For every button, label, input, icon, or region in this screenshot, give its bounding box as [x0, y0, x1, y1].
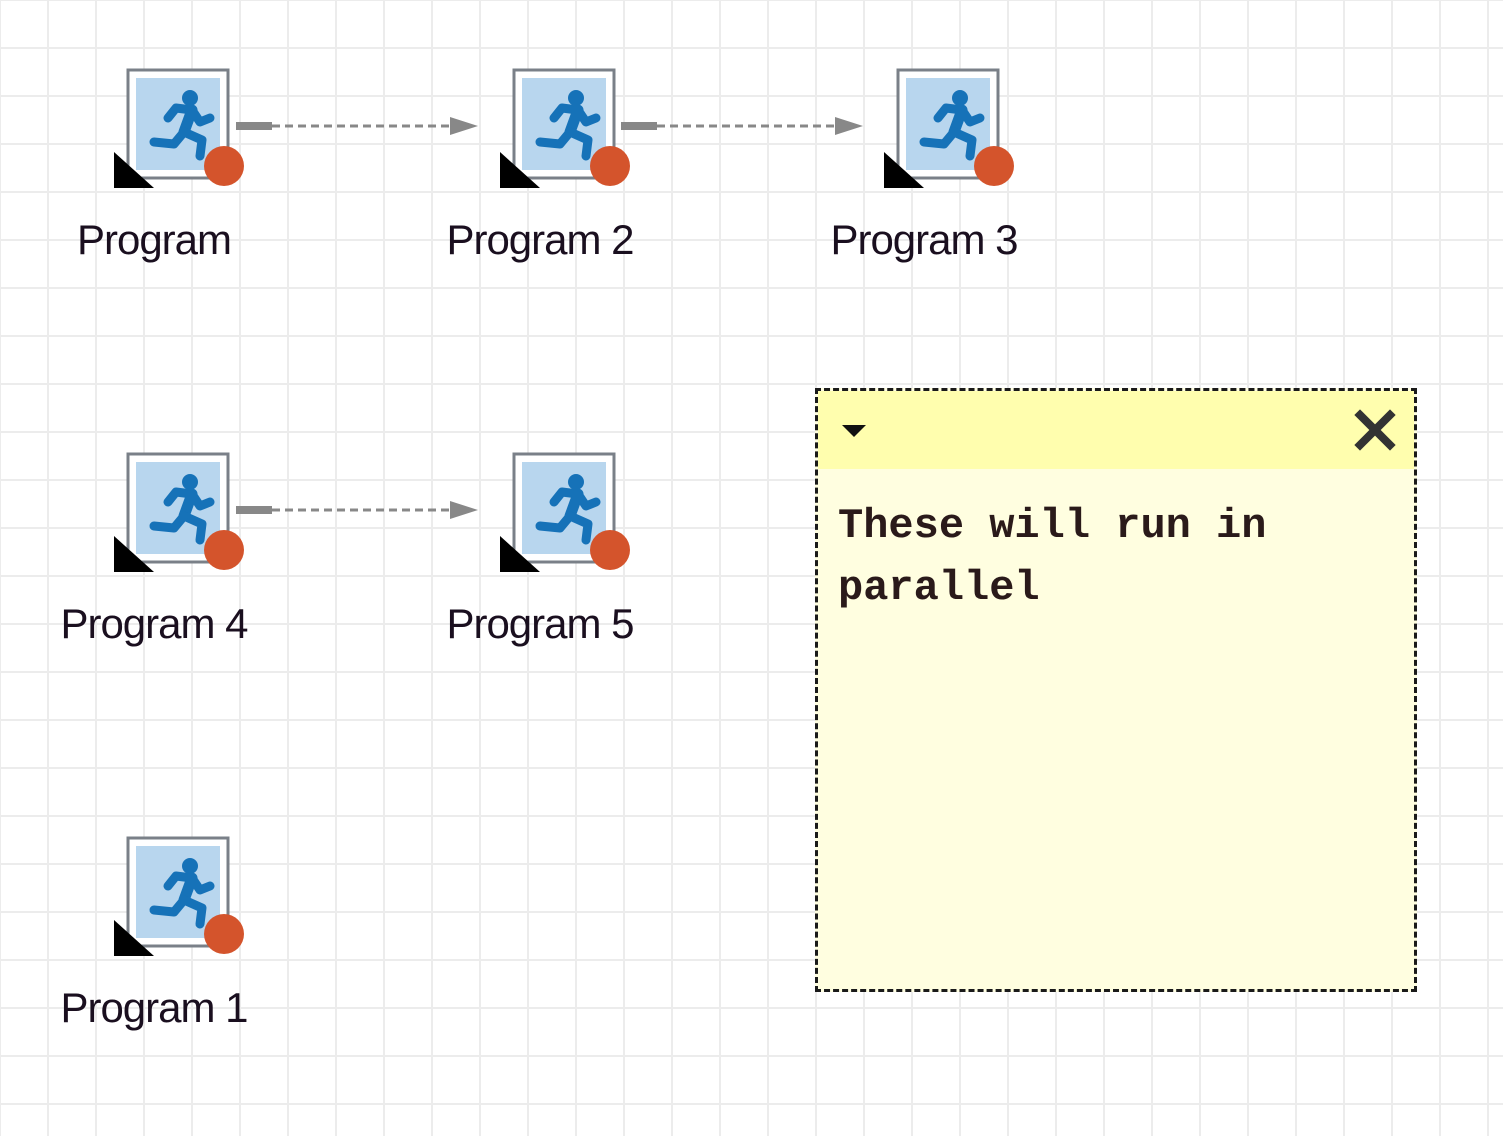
- program-node-program-2[interactable]: Program 2: [420, 68, 660, 288]
- connector-program-4-to-program-5[interactable]: [236, 500, 480, 520]
- running-person-icon[interactable]: [884, 68, 1016, 190]
- running-person-icon[interactable]: [500, 452, 632, 574]
- program-node-program[interactable]: Program: [34, 68, 274, 288]
- node-label: Program: [76, 216, 232, 263]
- program-node-program-4[interactable]: Program 4: [34, 452, 274, 672]
- node-label: Program 4: [60, 600, 248, 647]
- running-person-icon[interactable]: [114, 836, 246, 958]
- close-icon[interactable]: [1354, 409, 1396, 451]
- connector-program-to-program-2[interactable]: [236, 116, 480, 136]
- node-label: Program 5: [446, 600, 634, 647]
- running-person-icon[interactable]: [500, 68, 632, 190]
- running-person-icon[interactable]: [114, 452, 246, 574]
- note-header[interactable]: [818, 391, 1414, 469]
- dropdown-arrow-icon[interactable]: [840, 423, 868, 439]
- node-label: Program 3: [830, 216, 1018, 263]
- program-node-program-5[interactable]: Program 5: [420, 452, 660, 672]
- connector-program-2-to-program-3[interactable]: [621, 116, 865, 136]
- sticky-note[interactable]: These will run in parallel: [815, 388, 1417, 992]
- running-person-icon[interactable]: [114, 68, 246, 190]
- program-node-program-3[interactable]: Program 3: [804, 68, 1044, 288]
- node-label: Program 1: [60, 984, 248, 1031]
- workflow-canvas[interactable]: Program Program 2 Program 3 Program 4 Pr…: [0, 0, 1503, 1136]
- note-text[interactable]: These will run in parallel: [838, 495, 1398, 619]
- node-label: Program 2: [446, 216, 634, 263]
- program-node-program-1[interactable]: Program 1: [34, 836, 274, 1056]
